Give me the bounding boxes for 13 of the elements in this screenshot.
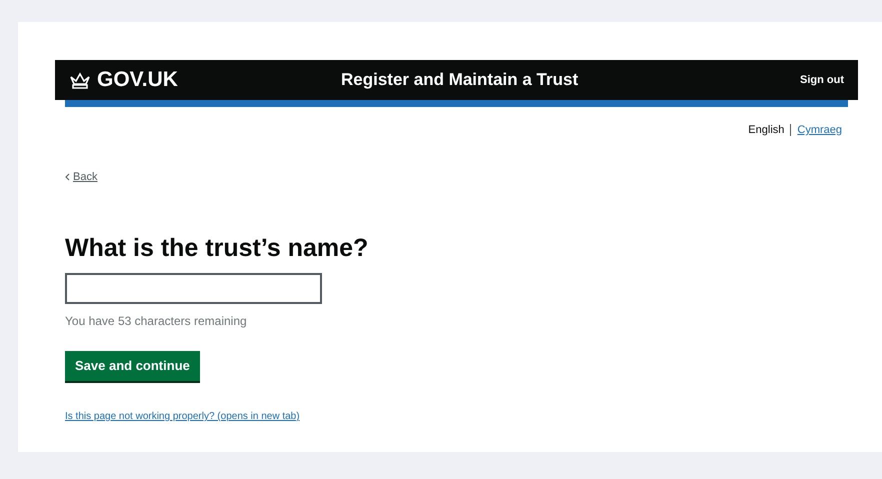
chevron-left-icon (65, 172, 70, 181)
sign-out-link[interactable]: Sign out (800, 72, 844, 88)
name-input-field[interactable] (65, 273, 322, 304)
help-link[interactable]: Is this page not working properly? (opens in new tab) (65, 409, 300, 424)
save-and-continue-button[interactable]: Save and continue (65, 351, 200, 383)
language-link[interactable]: English (748, 122, 784, 138)
logo-text[interactable]: GOV.UK (97, 64, 178, 96)
crown-icon (69, 71, 91, 89)
character-count-hint: You have 53 characters remaining (65, 313, 248, 330)
question-heading: What is the trust’s name? (65, 233, 370, 263)
service-name[interactable]: Register and Maintain a Trust (329, 67, 800, 93)
language-link[interactable]: Cymraeg (797, 122, 842, 138)
back-link[interactable]: Back (65, 168, 98, 185)
